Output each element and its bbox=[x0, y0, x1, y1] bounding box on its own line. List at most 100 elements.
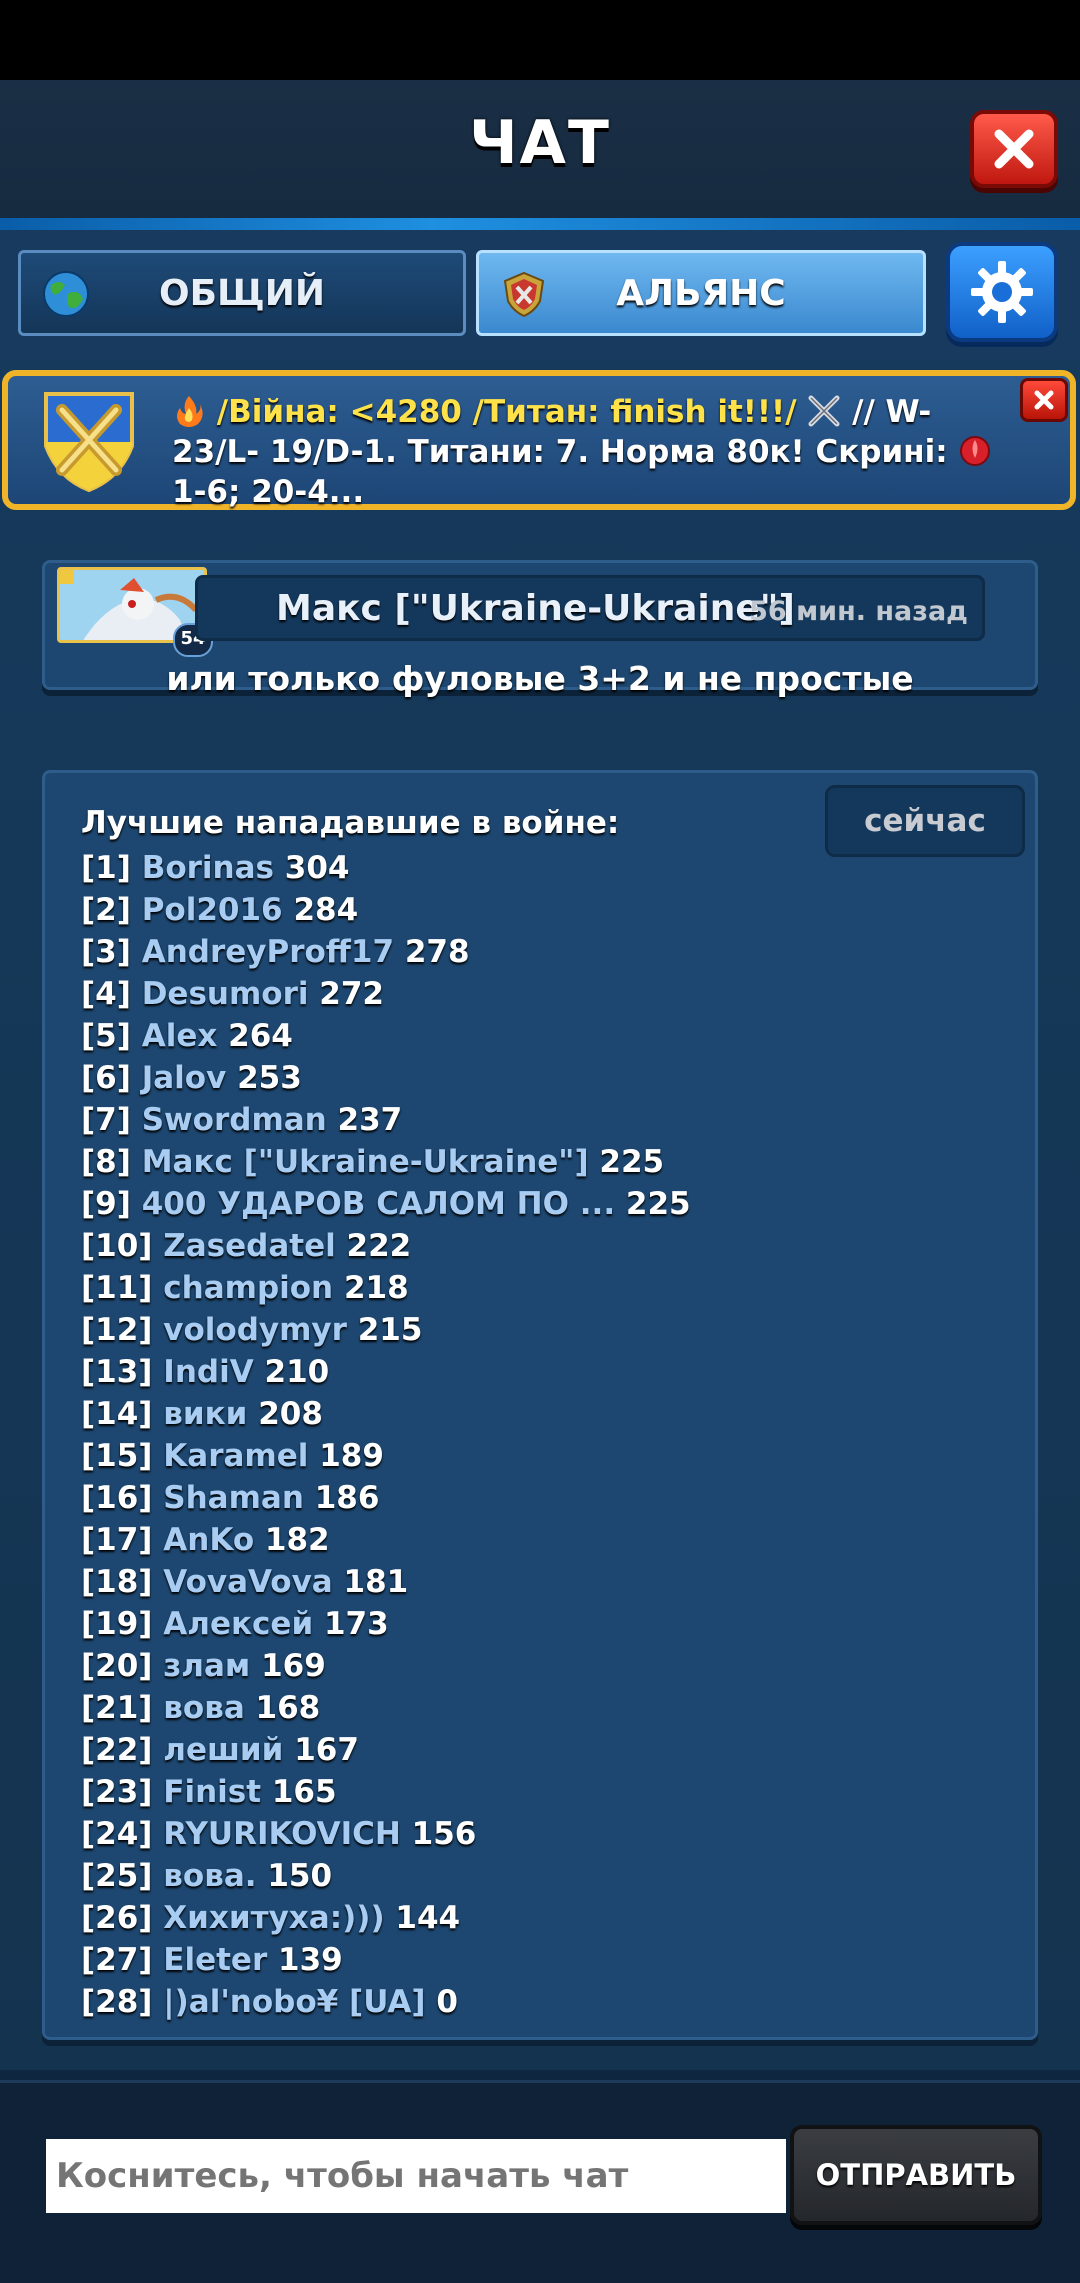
message-text: или только фуловые 3+2 и не простые bbox=[166, 659, 914, 698]
announcement-text: /Війна: <4280 /Титан: finish it!!!/ // W… bbox=[172, 392, 1002, 512]
close-icon bbox=[1034, 390, 1054, 410]
globe-icon bbox=[43, 271, 89, 317]
war-stats-player-name[interactable]: Алексей bbox=[163, 1606, 313, 1642]
war-stats-player-name[interactable]: Alex bbox=[142, 1018, 218, 1054]
war-stats-rank: [6] bbox=[81, 1060, 131, 1096]
chat-feed[interactable]: /Війна: <4280 /Титан: finish it!!!/ // W… bbox=[0, 360, 1080, 2070]
war-stats-player-name[interactable]: злам bbox=[163, 1648, 250, 1684]
war-stats-row: [26] Хихитуха:))) 144 bbox=[81, 1897, 691, 1939]
war-stats-rank: [16] bbox=[81, 1480, 153, 1516]
war-stats-rank: [28] bbox=[81, 1984, 153, 2020]
war-stats-player-name[interactable]: AndreyProff17 bbox=[142, 934, 394, 970]
message-author[interactable]: Макс ["Ukraine-Ukraine"] bbox=[276, 588, 795, 629]
chat-input[interactable] bbox=[46, 2139, 786, 2213]
war-stats-rank: [7] bbox=[81, 1102, 131, 1138]
send-button[interactable]: ОТПРАВИТЬ bbox=[790, 2125, 1042, 2225]
war-stats-player-name[interactable]: Zasedatel bbox=[163, 1228, 335, 1264]
war-stats-row: [16] Shaman 186 bbox=[81, 1477, 691, 1519]
war-stats-rank: [1] bbox=[81, 850, 131, 886]
war-stats-row: [18] VovaVova 181 bbox=[81, 1561, 691, 1603]
war-stats-row: [17] AnKo 182 bbox=[81, 1519, 691, 1561]
war-stats-rank: [23] bbox=[81, 1774, 153, 1810]
war-stats-rank: [2] bbox=[81, 892, 131, 928]
war-stats-score: 139 bbox=[278, 1942, 343, 1978]
war-stats-score: 165 bbox=[271, 1774, 337, 1810]
war-stats-score: 222 bbox=[346, 1228, 412, 1264]
message-time: 56 мин. назад bbox=[749, 596, 968, 627]
war-stats-row: [1] Borinas 304 bbox=[81, 847, 691, 889]
pinned-announcement[interactable]: /Війна: <4280 /Титан: finish it!!!/ // W… bbox=[2, 370, 1076, 510]
war-stats-rank: [22] bbox=[81, 1732, 153, 1768]
war-stats-row: [23] Finist 165 bbox=[81, 1771, 691, 1813]
war-stats-row: [3] AndreyProff17 278 bbox=[81, 931, 691, 973]
gear-icon bbox=[971, 261, 1033, 323]
war-stats-rank: [4] bbox=[81, 976, 131, 1012]
tab-alliance[interactable]: АЛЬЯНС bbox=[476, 250, 926, 336]
war-stats-list: [1] Borinas 304 [2] Pol2016 284 [3] Andrey… bbox=[81, 847, 691, 2023]
war-stats-player-name[interactable]: Finist bbox=[163, 1774, 261, 1810]
war-stats-player-name[interactable]: Karamel bbox=[163, 1438, 308, 1474]
tab-general-label: ОБЩИЙ bbox=[158, 272, 326, 314]
tab-general[interactable]: ОБЩИЙ bbox=[18, 250, 466, 336]
war-stats-row: [14] вики 208 bbox=[81, 1393, 691, 1435]
war-stats-score: 253 bbox=[237, 1060, 302, 1096]
chat-composer: ОТПРАВИТЬ bbox=[0, 2080, 1080, 2283]
war-stats-player-name[interactable]: вова bbox=[163, 1690, 244, 1726]
tab-bar: ОБЩИЙ АЛЬЯНС bbox=[0, 230, 1080, 360]
war-stats-score: 181 bbox=[343, 1564, 409, 1600]
war-stats-rank: [17] bbox=[81, 1522, 153, 1558]
settings-button[interactable] bbox=[946, 242, 1058, 342]
war-stats-player-name[interactable]: Eleter bbox=[163, 1942, 267, 1978]
war-stats-row: [27] Eleter 139 bbox=[81, 1939, 691, 1981]
war-stats-player-name[interactable]: Jalov bbox=[142, 1060, 227, 1096]
war-stats-row: [8] Макс ["Ukraine-Ukraine"] 225 bbox=[81, 1141, 691, 1183]
war-stats-player-name[interactable]: вики bbox=[163, 1396, 247, 1432]
war-stats-player-name[interactable]: volodymyr bbox=[163, 1312, 347, 1348]
war-stats-player-name[interactable]: VovaVova bbox=[163, 1564, 332, 1600]
war-stats-score: 182 bbox=[264, 1522, 330, 1558]
war-stats-row: [13] IndiV 210 bbox=[81, 1351, 691, 1393]
war-stats-row: [12] volodymyr 215 bbox=[81, 1309, 691, 1351]
announcement-part4: 1-6; 20-4... bbox=[172, 474, 365, 510]
war-stats-rank: [18] bbox=[81, 1564, 153, 1600]
war-stats-player-name[interactable]: champion bbox=[163, 1270, 333, 1306]
war-stats-rank: [5] bbox=[81, 1018, 131, 1054]
war-stats-row: [11] champion 218 bbox=[81, 1267, 691, 1309]
war-stats-row: [22] леший 167 bbox=[81, 1729, 691, 1771]
war-stats-player-name[interactable]: вова. bbox=[163, 1858, 256, 1894]
war-stats-player-name[interactable]: AnKo bbox=[163, 1522, 254, 1558]
war-stats-player-name[interactable]: RYURIKOVICH bbox=[163, 1816, 401, 1852]
war-stats-rank: [12] bbox=[81, 1312, 153, 1348]
war-stats-player-name[interactable]: Pol2016 bbox=[142, 892, 283, 928]
war-stats-score: 144 bbox=[395, 1900, 461, 1936]
war-stats-score: 218 bbox=[343, 1270, 409, 1306]
war-stats-player-name[interactable]: Хихитуха:))) bbox=[163, 1900, 384, 1936]
war-stats-row: [10] Zasedatel 222 bbox=[81, 1225, 691, 1267]
war-stats-rank: [9] bbox=[81, 1186, 131, 1222]
war-stats-score: 167 bbox=[294, 1732, 359, 1768]
war-stats-player-name[interactable]: леший bbox=[163, 1732, 283, 1768]
war-stats-score: 278 bbox=[404, 934, 470, 970]
war-stats-rank: [3] bbox=[81, 934, 131, 970]
war-stats-score: 208 bbox=[258, 1396, 323, 1432]
war-stats-row: [21] вова 168 bbox=[81, 1687, 691, 1729]
war-stats-player-name[interactable]: IndiV bbox=[163, 1354, 253, 1390]
announcement-close-button[interactable] bbox=[1020, 378, 1068, 422]
close-button[interactable] bbox=[970, 110, 1058, 188]
war-stats-player-name[interactable]: Swordman bbox=[142, 1102, 327, 1138]
war-stats-score: 156 bbox=[411, 1816, 477, 1852]
war-stats-player-name[interactable]: Desumori bbox=[142, 976, 309, 1012]
war-stats-score: 168 bbox=[255, 1690, 321, 1726]
war-stats-player-name[interactable]: Borinas bbox=[142, 850, 274, 886]
message-time: сейчас bbox=[825, 785, 1025, 857]
war-stats-row: [9] 400 УДАРОВ САЛОМ ПО ... 225 bbox=[81, 1183, 691, 1225]
war-stats-score: 215 bbox=[357, 1312, 423, 1348]
close-icon bbox=[994, 129, 1034, 169]
war-stats-player-name[interactable]: |)al'nobo¥ [UA] bbox=[163, 1984, 425, 2020]
war-stats-title: Лучшие нападавшие в войне: bbox=[81, 805, 620, 841]
war-stats-player-name[interactable]: 400 УДАРОВ САЛОМ ПО ... bbox=[142, 1186, 615, 1222]
war-stats-player-name[interactable]: Макс ["Ukraine-Ukraine"] bbox=[142, 1144, 589, 1180]
war-stats-message: сейчас Лучшие нападавшие в войне: [1] Bo… bbox=[42, 770, 1038, 2040]
status-bar bbox=[0, 0, 1080, 80]
war-stats-player-name[interactable]: Shaman bbox=[163, 1480, 304, 1516]
